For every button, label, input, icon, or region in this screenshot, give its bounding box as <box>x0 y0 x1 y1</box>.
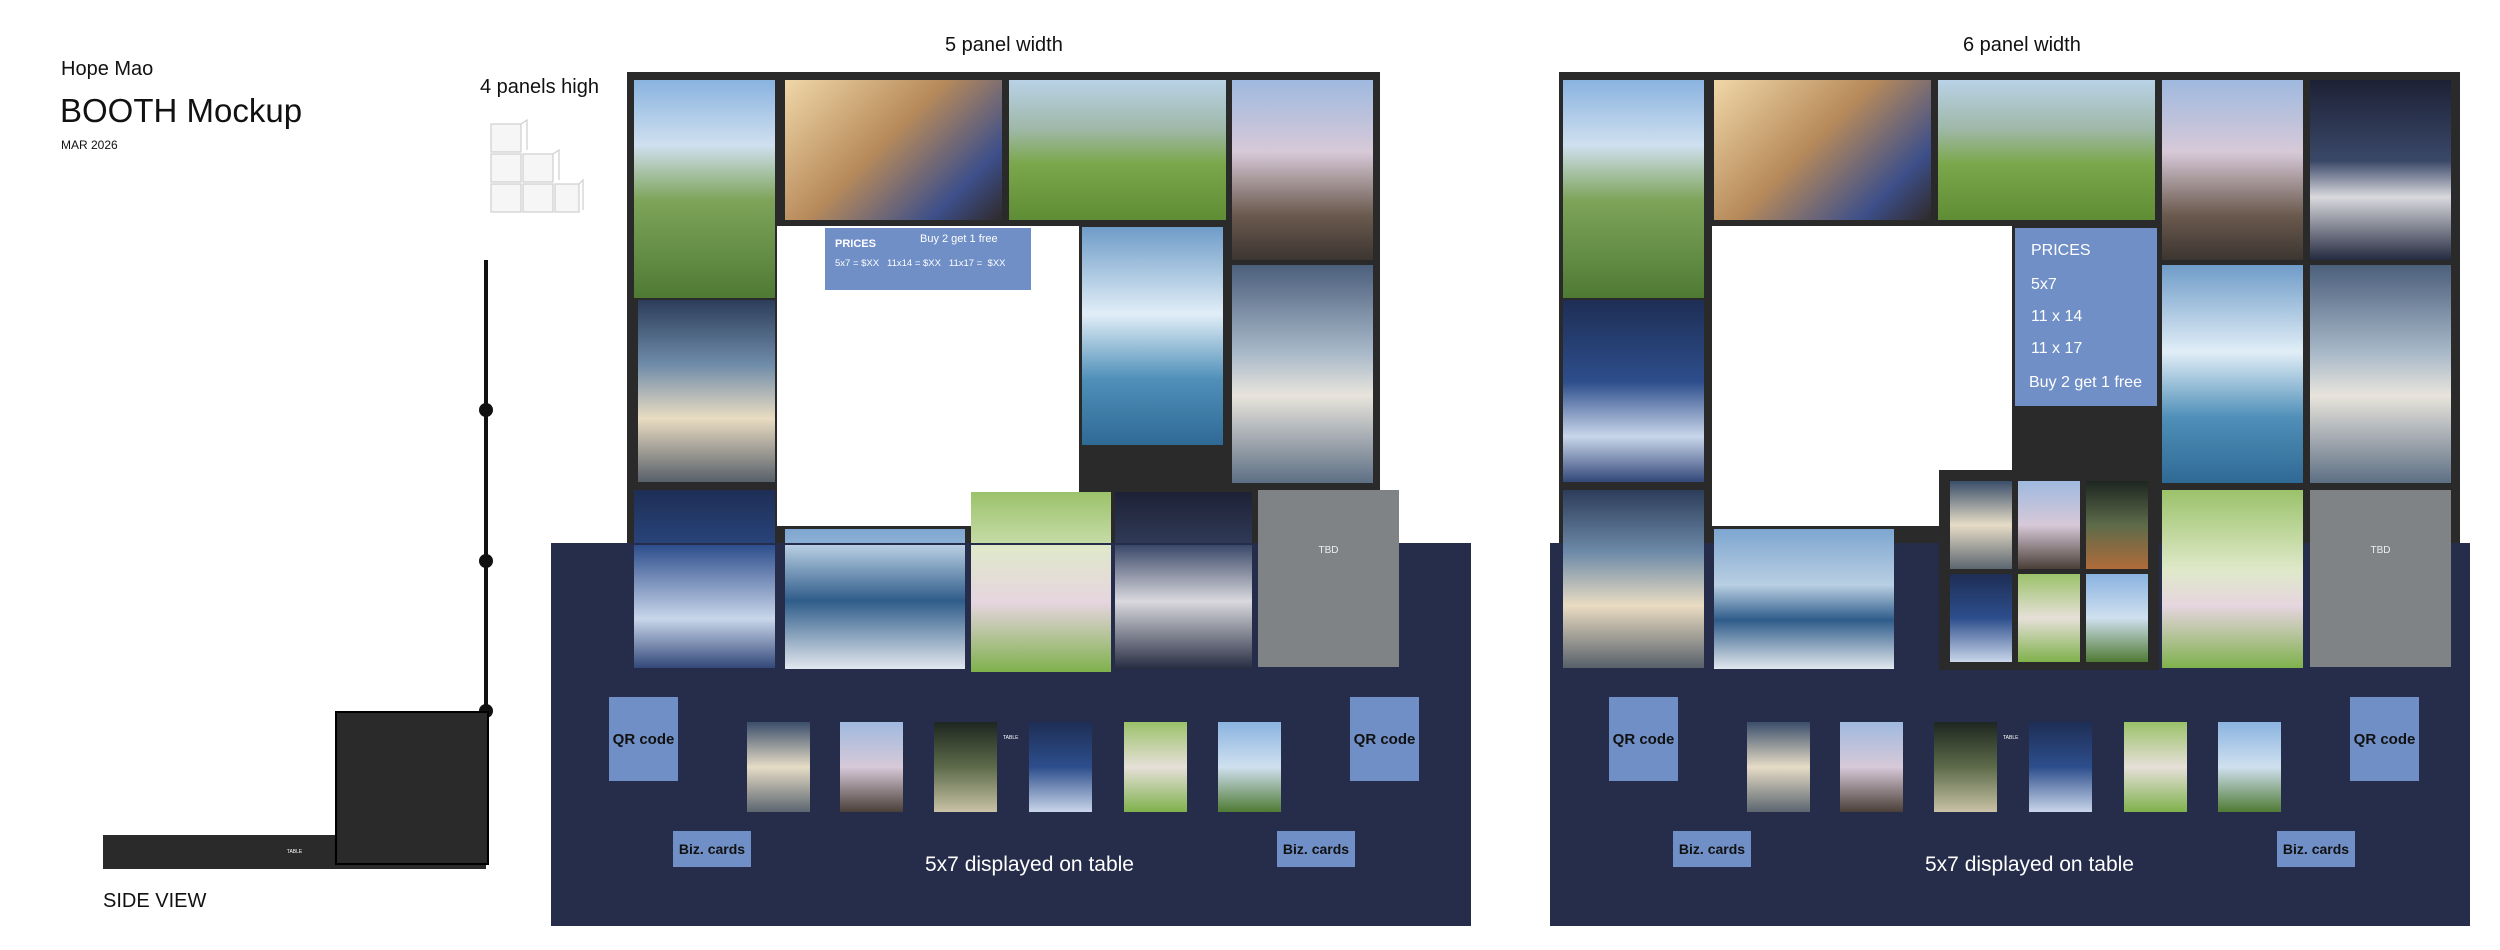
pole-joint <box>479 554 493 568</box>
print-5x7-fairy <box>1124 722 1187 812</box>
layout-b-prices-box: PRICES 5x7 11 x 14 11 x 17 Buy 2 get 1 f… <box>2015 228 2157 406</box>
print-5x7-fairy <box>2124 722 2187 812</box>
art-girl-pearl-dress <box>1563 490 1704 668</box>
layout-a-heading: 5 panel width <box>945 34 1063 56</box>
layout-b-biz-right: Biz. cards <box>2277 831 2355 867</box>
print-5x7-stairs <box>840 722 903 812</box>
layout-a-qr-left: QR code <box>609 697 678 781</box>
print-5x7-meadow <box>2218 722 2281 812</box>
date-label: MAR 2026 <box>61 138 118 152</box>
tbd-label: TBD <box>1318 545 1339 556</box>
layout-a-table-caption: 5x7 displayed on table <box>925 853 1134 876</box>
layout-b-tbd-box: TBD <box>2310 490 2451 667</box>
prices-item: 11 x 17 <box>2031 340 2083 357</box>
art-girl-on-boat <box>1714 529 1894 669</box>
prices-promo: Buy 2 get 1 free <box>2029 374 2142 391</box>
print-5x7-stairs <box>1840 722 1903 812</box>
art-girl-bicycle-meadow <box>1563 80 1704 298</box>
art-girl-bicycle-meadow <box>634 80 775 298</box>
art-ice-river <box>2162 265 2303 483</box>
side-view-label: SIDE VIEW <box>103 890 207 912</box>
page-title: BOOTH Mockup <box>60 92 303 129</box>
prices-item: 11 x 14 <box>2031 308 2083 325</box>
prices-line: 5x7 = $XX 11x14 = $XX 11x17 = $XX <box>835 258 1006 269</box>
art-girl-on-boat-front <box>785 545 965 669</box>
print-tag: TABLE <box>2003 735 2019 741</box>
author-name: Hope Mao <box>61 58 154 80</box>
art-girl-on-stairs <box>1232 80 1373 260</box>
print-5x7-waves <box>2029 722 2092 812</box>
print-5x7-meadow <box>1218 722 1281 812</box>
layout-a-prices-box: PRICES Buy 2 get 1 free 5x7 = $XX 11x14 … <box>825 228 1031 290</box>
print-5x7-dark-tag <box>934 722 997 812</box>
print-5x7-waves <box>1029 722 1092 812</box>
tbd-label: TBD <box>2370 545 2391 556</box>
small-print <box>2086 574 2148 662</box>
layout-a-biz-right: Biz. cards <box>1277 831 1355 867</box>
art-girl-waves-blue-front <box>634 545 775 668</box>
print-5x7-dark-tag <box>1934 722 1997 812</box>
layout-b-biz-left: Biz. cards <box>1673 831 1751 867</box>
prices-title: PRICES <box>835 238 876 250</box>
layout-b-table-caption: 5x7 displayed on table <box>1925 853 2134 876</box>
print-tag: TABLE <box>1003 735 1019 741</box>
art-guitarist-dark <box>2310 80 2451 260</box>
layout-b-heading: 6 panel width <box>1963 34 2081 56</box>
prices-title: PRICES <box>2031 242 2091 259</box>
small-print <box>1950 481 2012 569</box>
small-print <box>1950 574 2012 662</box>
art-angel-white <box>2310 265 2451 483</box>
art-girl-on-stairs <box>2162 80 2303 260</box>
art-rider-green-field <box>1009 80 1226 220</box>
art-ice-river <box>1082 227 1223 445</box>
layout-a-biz-left: Biz. cards <box>673 831 751 867</box>
pole-joint <box>479 403 493 417</box>
panels-high-label: 4 panels high <box>480 76 599 98</box>
art-fairy-green <box>2162 490 2303 668</box>
side-table-tag: TABLE <box>286 849 303 855</box>
art-girl-waves-blue <box>1563 300 1704 482</box>
print-5x7-pearl <box>1747 722 1810 812</box>
layout-a-qr-right: QR code <box>1350 697 1419 781</box>
art-girl-pearl-dress <box>638 300 775 482</box>
art-woman-at-table <box>1714 80 1931 220</box>
art-angel-white <box>1232 265 1373 483</box>
small-print <box>2086 481 2148 569</box>
layout-b-qr-left: QR code <box>1609 697 1678 781</box>
prices-promo: Buy 2 get 1 free <box>920 233 998 245</box>
art-fairy-green-front <box>971 545 1111 672</box>
prices-item: 5x7 <box>2031 276 2057 293</box>
layout-a-tbd-box: TBD <box>1258 490 1399 667</box>
art-guitarist-dark-front <box>1115 545 1252 670</box>
layout-b-qr-right: QR code <box>2350 697 2419 781</box>
art-rider-green-field <box>1938 80 2155 220</box>
side-box <box>335 711 489 865</box>
art-woman-at-table <box>785 80 1002 220</box>
print-5x7-pearl <box>747 722 810 812</box>
cube-grid-icon <box>490 118 584 213</box>
small-print <box>2018 481 2080 569</box>
small-print <box>2018 574 2080 662</box>
